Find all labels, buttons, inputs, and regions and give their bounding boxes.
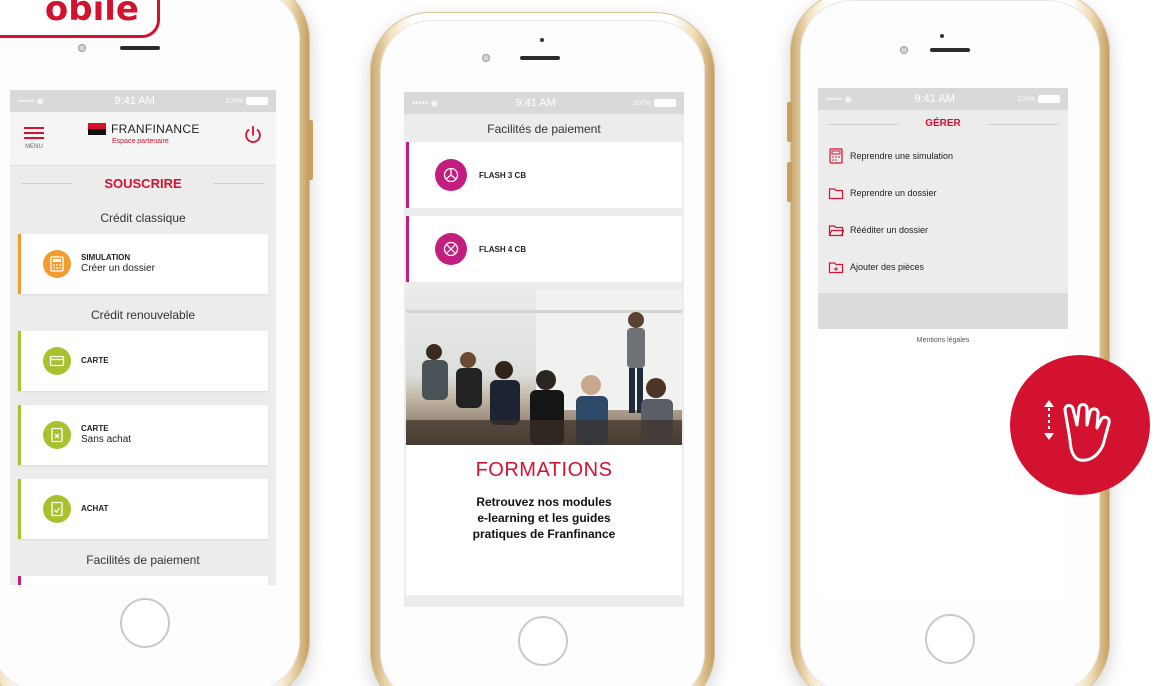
status-time: 9:41 AM <box>914 93 955 105</box>
formations-desc-1: Retrouvez nos modules <box>476 495 612 509</box>
phone-left: ••••• ◉ 9:41 AM 100% MENU FRANFINANCE Es… <box>0 0 313 686</box>
sensor <box>940 34 944 38</box>
camera <box>78 44 86 52</box>
menu-item-label: Reprendre un dossier <box>850 187 937 198</box>
screen-left: ••••• ◉ 9:41 AM 100% MENU FRANFINANCE Es… <box>10 90 276 585</box>
phone-right: ••••• ◉ 9:41 AM 100% GÉRER Reprendre une… <box>787 0 1110 686</box>
status-bar: ••••• ◉ 9:41 AM 100% <box>10 90 276 112</box>
simulation-card[interactable]: SIMULATION Créer un dossier <box>18 234 268 294</box>
flash4-label: FLASH 4 CB <box>479 244 527 254</box>
carte-sa-title: CARTE <box>81 423 109 433</box>
menu-item-label: Rééditer un dossier <box>850 224 929 235</box>
badge-text: obile <box>44 0 139 29</box>
flash4-card[interactable]: FLASH 4 CB <box>406 216 682 282</box>
formations-block[interactable]: FORMATIONS Retrouvez nos modules e-learn… <box>406 445 682 595</box>
power-icon[interactable] <box>242 124 264 146</box>
carte-label: CARTE <box>81 356 109 365</box>
app-header: MENU FRANFINANCE Espace partenaire <box>10 112 276 166</box>
brand-subtitle: Espace partenaire <box>112 138 169 145</box>
battery-indicator: 100% <box>633 99 676 107</box>
formations-desc-2: e-learning et les guides <box>477 511 611 526</box>
menu-reprendre-simulation[interactable]: Reprendre une simulation <box>818 137 1068 174</box>
achat-label: ACHAT <box>81 504 109 513</box>
brand-name: FRANFINANCE <box>111 122 200 136</box>
speaker <box>120 46 160 50</box>
carte-sa-subtitle: Sans achat <box>81 433 132 445</box>
battery-indicator: 100% <box>1017 95 1060 103</box>
section-gerer: GÉRER <box>818 110 1068 137</box>
page-title: Facilités de paiement <box>404 114 684 142</box>
calculator-icon <box>829 147 843 164</box>
status-time: 9:41 AM <box>114 95 155 107</box>
sensor <box>540 38 544 42</box>
menu-reprendre-dossier[interactable]: Reprendre un dossier <box>818 174 1068 211</box>
mentions-legales-link[interactable]: Mentions légales <box>818 329 1068 352</box>
status-bar: ••••• ◉ 9:41 AM 100% <box>818 88 1068 110</box>
phone-center: ••••• ◉ 9:41 AM 100% Facilités de paieme… <box>370 12 715 686</box>
menu-item-label: Ajouter des pièces <box>850 261 925 272</box>
camera <box>482 54 490 62</box>
home-button[interactable] <box>120 598 170 648</box>
franfinance-logo: FRANFINANCE Espace partenaire <box>88 122 200 145</box>
home-button[interactable] <box>518 616 568 666</box>
divider-band <box>818 293 1068 329</box>
subhead-credit-classique: Crédit classique <box>100 211 186 225</box>
subhead-credit-renouvelable: Crédit renouvelable <box>90 308 196 322</box>
screen-right: ••••• ◉ 9:41 AM 100% GÉRER Reprendre une… <box>818 88 1068 598</box>
folder-icon <box>828 187 844 199</box>
piechart-quarters-icon <box>435 233 467 265</box>
menu-label: MENU <box>25 144 43 150</box>
swipe-hand-icon <box>1010 355 1150 495</box>
status-time: 9:41 AM <box>515 97 556 109</box>
battery-indicator: 100% <box>225 97 268 105</box>
simulation-title: SIMULATION <box>81 252 131 262</box>
flash3-label: FLASH 3 CB <box>479 170 527 180</box>
achat-card[interactable]: ACHAT <box>18 479 268 539</box>
carte-sans-achat-card[interactable]: CARTE Sans achat <box>18 405 268 465</box>
document-icon <box>43 421 71 449</box>
mobile-badge: obile <box>0 0 160 38</box>
folder-open-icon <box>828 224 844 236</box>
card-icon <box>43 347 71 375</box>
screen-center: ••••• ◉ 9:41 AM 100% Facilités de paieme… <box>404 92 684 607</box>
menu-icon <box>24 127 44 129</box>
speaker <box>520 56 560 60</box>
home-button[interactable] <box>925 614 975 664</box>
section-souscrire: SOUSCRIRE <box>10 166 276 197</box>
status-bar: ••••• ◉ 9:41 AM 100% <box>404 92 684 114</box>
simulation-subtitle: Créer un dossier <box>81 262 155 274</box>
logo-mark-icon <box>88 123 106 135</box>
formations-desc-3: pratiques de Franfinance <box>472 527 616 542</box>
speaker <box>930 48 970 52</box>
signal-indicator: ••••• ◉ <box>826 93 853 104</box>
document-check-icon <box>43 495 71 523</box>
signal-indicator: ••••• ◉ <box>18 95 45 106</box>
flash3-card[interactable]: FLASH 3 CB <box>406 142 682 208</box>
carte-card[interactable]: CARTE <box>18 331 268 391</box>
menu-ajouter-pieces[interactable]: Ajouter des pièces <box>818 248 1068 285</box>
training-photo <box>406 290 682 445</box>
subhead-facilites: Facilités de paiement <box>86 553 200 567</box>
menu-reediter-dossier[interactable]: Rééditer un dossier <box>818 211 1068 248</box>
menu-item-label: Reprendre une simulation <box>850 150 954 161</box>
menu-button[interactable]: MENU <box>18 127 50 150</box>
signal-indicator: ••••• ◉ <box>412 97 439 108</box>
camera <box>900 46 908 54</box>
formations-title: FORMATIONS <box>475 459 613 481</box>
piechart-icon <box>435 159 467 191</box>
calculator-icon <box>43 250 71 278</box>
facilites-card-partial[interactable] <box>18 576 268 585</box>
folder-add-icon <box>828 261 844 273</box>
